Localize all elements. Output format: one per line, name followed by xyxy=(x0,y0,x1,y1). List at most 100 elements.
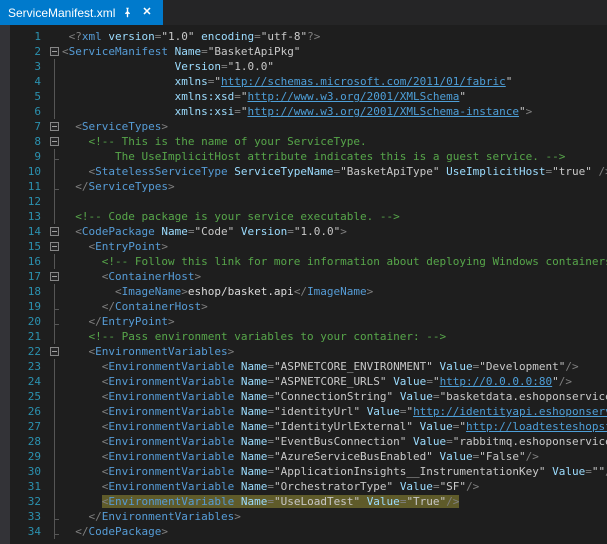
code-text[interactable]: <?xml version="1.0" encoding="utf-8"?> xyxy=(62,29,607,44)
code-line[interactable]: 29 <EnvironmentVariable Name="AzureServi… xyxy=(0,449,607,464)
code-text[interactable]: <EnvironmentVariables> xyxy=(62,344,607,359)
code-line[interactable]: 22 <EnvironmentVariables> xyxy=(0,344,607,359)
code-line[interactable]: 11 </ServiceTypes> xyxy=(0,179,607,194)
code-line[interactable]: 32 <EnvironmentVariable Name="UseLoadTes… xyxy=(0,494,607,509)
code-line[interactable]: 15 <EntryPoint> xyxy=(0,239,607,254)
code-line[interactable]: 18 <ImageName>eshop/basket.api</ImageNam… xyxy=(0,284,607,299)
code-text[interactable]: xmlns:xsd="http://www.w3.org/2001/XMLSch… xyxy=(62,89,607,104)
code-line[interactable]: 23 <EnvironmentVariable Name="ASPNETCORE… xyxy=(0,359,607,374)
line-number[interactable]: 28 xyxy=(10,434,48,449)
line-number[interactable]: 33 xyxy=(10,509,48,524)
code-text[interactable]: <CodePackage Name="Code" Version="1.0.0"… xyxy=(62,224,607,239)
code-text[interactable]: xmlns:xsi="http://www.w3.org/2001/XMLSch… xyxy=(62,104,607,119)
code-line[interactable]: 24 <EnvironmentVariable Name="ASPNETCORE… xyxy=(0,374,607,389)
line-number[interactable]: 30 xyxy=(10,464,48,479)
line-number[interactable]: 3 xyxy=(10,59,48,74)
line-number[interactable]: 21 xyxy=(10,329,48,344)
line-number[interactable]: 20 xyxy=(10,314,48,329)
line-number[interactable]: 27 xyxy=(10,419,48,434)
code-line[interactable]: 8 <!-- This is the name of your ServiceT… xyxy=(0,134,607,149)
line-number[interactable]: 14 xyxy=(10,224,48,239)
code-text[interactable]: <ServiceTypes> xyxy=(62,119,607,134)
collapse-box-icon[interactable] xyxy=(50,227,59,236)
fold-collapse-button[interactable] xyxy=(48,239,62,254)
line-number[interactable]: 22 xyxy=(10,344,48,359)
code-text[interactable]: <EnvironmentVariable Name="IdentityUrlEx… xyxy=(62,419,607,434)
code-text[interactable]: </CodePackage> xyxy=(62,524,607,539)
fold-collapse-button[interactable] xyxy=(48,119,62,134)
code-text[interactable]: </ServiceTypes> xyxy=(62,179,607,194)
code-line[interactable]: 25 <EnvironmentVariable Name="Connection… xyxy=(0,389,607,404)
code-line[interactable]: 30 <EnvironmentVariable Name="Applicatio… xyxy=(0,464,607,479)
line-number[interactable]: 6 xyxy=(10,104,48,119)
collapse-box-icon[interactable] xyxy=(50,347,59,356)
code-line[interactable]: 3 Version="1.0.0" xyxy=(0,59,607,74)
line-number[interactable]: 24 xyxy=(10,374,48,389)
code-line[interactable]: 34 </CodePackage> xyxy=(0,524,607,539)
code-text[interactable]: </EntryPoint> xyxy=(62,314,607,329)
line-number[interactable]: 26 xyxy=(10,404,48,419)
code-line[interactable]: 28 <EnvironmentVariable Name="EventBusCo… xyxy=(0,434,607,449)
fold-collapse-button[interactable] xyxy=(48,44,62,59)
fold-collapse-button[interactable] xyxy=(48,224,62,239)
code-line[interactable]: 21 <!-- Pass environment variables to yo… xyxy=(0,329,607,344)
code-text[interactable]: <EnvironmentVariable Name="EventBusConne… xyxy=(62,434,607,449)
code-line[interactable]: 13 <!-- Code package is your service exe… xyxy=(0,209,607,224)
line-number[interactable]: 34 xyxy=(10,524,48,539)
line-number[interactable]: 19 xyxy=(10,299,48,314)
code-line[interactable]: 6 xmlns:xsi="http://www.w3.org/2001/XMLS… xyxy=(0,104,607,119)
line-number[interactable]: 11 xyxy=(10,179,48,194)
line-number[interactable]: 10 xyxy=(10,164,48,179)
line-number[interactable]: 12 xyxy=(10,194,48,209)
fold-collapse-button[interactable] xyxy=(48,344,62,359)
code-text[interactable]: <EnvironmentVariable Name="identityUrl" … xyxy=(62,404,607,419)
code-text[interactable]: <ContainerHost> xyxy=(62,269,607,284)
close-icon[interactable]: ✕ xyxy=(140,6,153,19)
code-line[interactable]: 2<ServiceManifest Name="BasketApiPkg" xyxy=(0,44,607,59)
code-text[interactable]: </ContainerHost> xyxy=(62,299,607,314)
line-number[interactable]: 7 xyxy=(10,119,48,134)
code-text[interactable]: <EnvironmentVariable Name="ApplicationIn… xyxy=(62,464,607,479)
code-text[interactable]: <!-- Pass environment variables to your … xyxy=(62,329,607,344)
collapse-box-icon[interactable] xyxy=(50,137,59,146)
line-number[interactable]: 1 xyxy=(10,29,48,44)
code-line[interactable]: 7 <ServiceTypes> xyxy=(0,119,607,134)
code-line[interactable]: 26 <EnvironmentVariable Name="identityUr… xyxy=(0,404,607,419)
code-line[interactable]: 5 xmlns:xsd="http://www.w3.org/2001/XMLS… xyxy=(0,89,607,104)
code-text[interactable]: <EntryPoint> xyxy=(62,239,607,254)
code-text[interactable]: <ImageName>eshop/basket.api</ImageName> xyxy=(62,284,607,299)
pin-icon[interactable] xyxy=(122,7,133,18)
code-text[interactable]: <EnvironmentVariable Name="UseLoadTest" … xyxy=(62,494,607,509)
code-line[interactable]: 19 </ContainerHost> xyxy=(0,299,607,314)
line-number[interactable]: 13 xyxy=(10,209,48,224)
code-text[interactable]: <EnvironmentVariable Name="ConnectionStr… xyxy=(62,389,607,404)
tab-servicemanifest[interactable]: ServiceManifest.xml ✕ xyxy=(0,0,163,25)
code-line[interactable]: 16 <!-- Follow this link for more inform… xyxy=(0,254,607,269)
code-text[interactable]: Version="1.0.0" xyxy=(62,59,607,74)
code-text[interactable]: <StatelessServiceType ServiceTypeName="B… xyxy=(62,164,607,179)
line-number[interactable]: 16 xyxy=(10,254,48,269)
code-text[interactable]: <!-- Follow this link for more informati… xyxy=(62,254,607,269)
line-number[interactable]: 15 xyxy=(10,239,48,254)
collapse-box-icon[interactable] xyxy=(50,272,59,281)
line-number[interactable]: 9 xyxy=(10,149,48,164)
line-number[interactable]: 31 xyxy=(10,479,48,494)
code-line[interactable]: 27 <EnvironmentVariable Name="IdentityUr… xyxy=(0,419,607,434)
line-number[interactable]: 2 xyxy=(10,44,48,59)
code-line[interactable]: 4 xmlns="http://schemas.microsoft.com/20… xyxy=(0,74,607,89)
code-line[interactable]: 12 xyxy=(0,194,607,209)
collapse-box-icon[interactable] xyxy=(50,47,59,56)
code-text[interactable] xyxy=(62,194,607,209)
code-text[interactable]: xmlns="http://schemas.microsoft.com/2011… xyxy=(62,74,607,89)
fold-collapse-button[interactable] xyxy=(48,134,62,149)
code-text[interactable]: The UseImplicitHost attribute indicates … xyxy=(62,149,607,164)
collapse-box-icon[interactable] xyxy=(50,242,59,251)
line-number[interactable]: 29 xyxy=(10,449,48,464)
code-line[interactable]: 10 <StatelessServiceType ServiceTypeName… xyxy=(0,164,607,179)
line-number[interactable]: 8 xyxy=(10,134,48,149)
code-text[interactable]: <EnvironmentVariable Name="OrchestratorT… xyxy=(62,479,607,494)
line-number[interactable]: 5 xyxy=(10,89,48,104)
code-line[interactable]: 1 <?xml version="1.0" encoding="utf-8"?> xyxy=(0,29,607,44)
code-line[interactable]: 33 </EnvironmentVariables> xyxy=(0,509,607,524)
line-number[interactable]: 32 xyxy=(10,494,48,509)
